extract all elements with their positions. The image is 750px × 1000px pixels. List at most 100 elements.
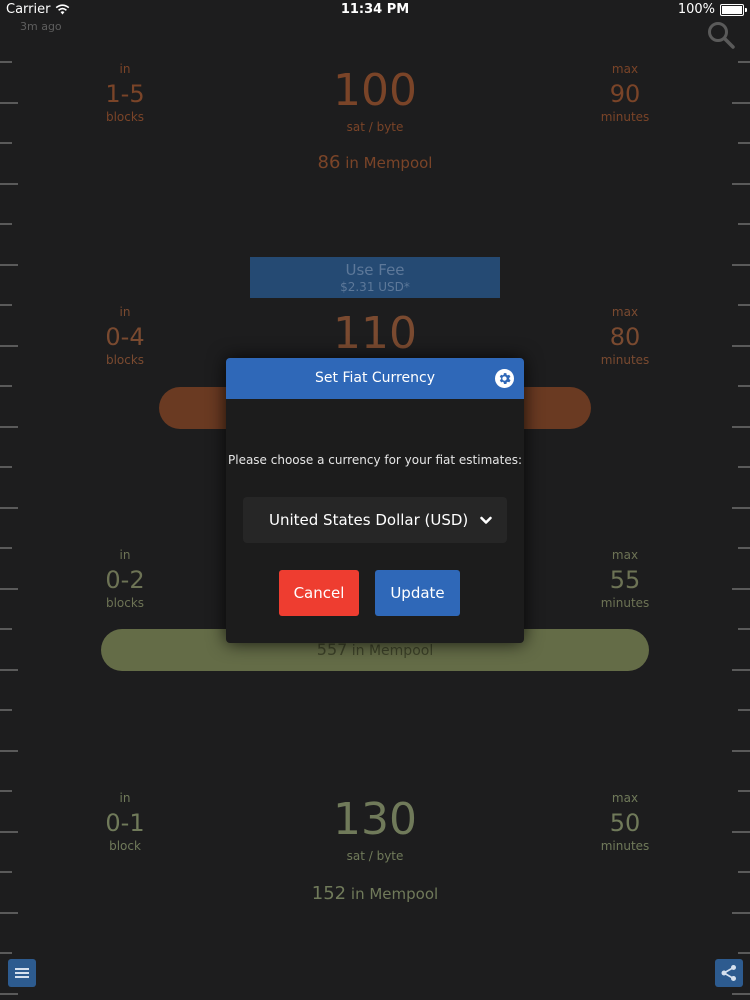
minutes-value: 55 xyxy=(609,566,641,594)
ruler-tick xyxy=(738,385,750,387)
status-bar: Carrier 11:34 PM 100% xyxy=(0,0,750,20)
in-label: in xyxy=(119,548,131,562)
ruler-tick xyxy=(732,182,750,185)
chevron-down-icon xyxy=(477,511,495,529)
ruler-tick xyxy=(0,385,12,387)
ruler-tick xyxy=(732,101,750,104)
ruler-tick xyxy=(738,61,750,63)
ruler-tick xyxy=(0,344,18,347)
ruler-tick xyxy=(738,547,750,549)
currency-selected-value: United States Dollar (USD) xyxy=(269,511,469,529)
tier-2-fee: 110 xyxy=(275,311,475,357)
dialog-title: Set Fiat Currency xyxy=(315,370,435,386)
minutes-unit: minutes xyxy=(600,839,650,853)
ruler-tick xyxy=(732,344,750,347)
tier-1-mempool: 86 in Mempool xyxy=(275,152,475,173)
tier-1-minutes: max 90 minutes xyxy=(590,62,660,124)
ruler-tick xyxy=(738,223,750,225)
in-label: in xyxy=(119,305,131,319)
blocks-value: 0-1 xyxy=(105,809,145,837)
share-button[interactable] xyxy=(715,959,743,987)
tier-2-blocks: in 0-4 blocks xyxy=(95,305,155,367)
use-fee-label: Use Fee xyxy=(345,261,405,279)
settings-button[interactable] xyxy=(495,369,514,388)
search-icon[interactable] xyxy=(706,20,736,50)
cancel-button[interactable]: Cancel xyxy=(279,570,359,616)
ruler-tick xyxy=(738,142,750,144)
ruler-tick xyxy=(738,466,750,468)
ruler-tick xyxy=(732,506,750,509)
ruler-tick xyxy=(0,182,18,185)
ruler-tick xyxy=(0,304,12,306)
ruler-tick xyxy=(0,466,12,468)
blocks-unit: blocks xyxy=(105,596,145,610)
blocks-value: 0-2 xyxy=(105,566,145,594)
use-fee-price: $2.31 USD* xyxy=(340,280,410,294)
ruler-tick xyxy=(738,304,750,306)
mempool-text: in Mempool xyxy=(345,154,433,172)
tier-4-minutes: max 50 minutes xyxy=(590,791,660,853)
ruler-tick xyxy=(0,425,18,428)
mempool-text: in Mempool xyxy=(350,885,439,903)
ruler-tick xyxy=(0,263,18,266)
blocks-unit: block xyxy=(109,839,141,853)
ruler-tick xyxy=(0,506,18,509)
tier-4-mempool: 152 in Mempool xyxy=(275,883,475,904)
share-icon xyxy=(721,965,736,981)
clock: 11:34 PM xyxy=(340,2,410,17)
ruler-tick xyxy=(0,547,12,549)
ruler-tick xyxy=(732,992,750,995)
fee-unit: sat / byte xyxy=(346,120,404,134)
ruler-tick xyxy=(0,992,18,995)
tier-4-fee: 130 sat / byte xyxy=(275,794,475,864)
tier-2-minutes: max 80 minutes xyxy=(590,305,660,367)
fee-value: 110 xyxy=(333,308,417,359)
minutes-unit: minutes xyxy=(600,110,650,124)
battery-icon xyxy=(720,3,747,16)
ruler-tick xyxy=(0,628,12,630)
fee-unit: sat / byte xyxy=(346,849,404,863)
ruler-tick xyxy=(0,871,12,873)
ruler-tick xyxy=(732,425,750,428)
currency-select[interactable]: United States Dollar (USD) xyxy=(243,497,507,543)
ruler-tick xyxy=(0,223,12,225)
ruler-tick xyxy=(738,952,750,954)
battery-group: 100% xyxy=(678,2,747,17)
minutes-unit: minutes xyxy=(600,596,650,610)
ruler-tick xyxy=(738,628,750,630)
ruler-tick xyxy=(0,911,18,914)
tier-3-minutes: max 55 minutes xyxy=(590,548,660,610)
ruler-tick xyxy=(0,952,12,954)
ruler-tick xyxy=(732,263,750,266)
max-label: max xyxy=(611,548,639,562)
mempool-count: 152 xyxy=(311,883,347,904)
ruler-tick xyxy=(0,61,12,63)
use-fee-button[interactable]: Use Fee $2.31 USD* xyxy=(250,257,500,298)
in-label: in xyxy=(119,62,131,76)
fee-value: 100 xyxy=(333,65,417,116)
ruler-tick xyxy=(732,749,750,752)
minutes-value: 80 xyxy=(609,323,641,351)
mempool-count: 86 xyxy=(317,152,341,173)
ruler-tick xyxy=(732,668,750,671)
ruler-tick xyxy=(0,587,18,590)
menu-button[interactable] xyxy=(8,959,36,987)
tier-3-blocks: in 0-2 blocks xyxy=(95,548,155,610)
ruler-tick xyxy=(0,101,18,104)
ruler-tick xyxy=(738,871,750,873)
blocks-unit: blocks xyxy=(105,110,145,124)
ruler-tick xyxy=(0,668,18,671)
minutes-value: 50 xyxy=(609,809,641,837)
minutes-value: 90 xyxy=(609,80,641,108)
ruler-tick xyxy=(0,830,18,833)
fiat-currency-dialog: Set Fiat Currency Please choose a curren… xyxy=(226,358,524,643)
tier-1-blocks: in 1-5 blocks xyxy=(95,62,155,124)
fee-value: 130 xyxy=(333,794,417,845)
ruler-tick xyxy=(738,790,750,792)
ruler-tick xyxy=(0,142,12,144)
ruler-tick xyxy=(0,749,18,752)
update-button[interactable]: Update xyxy=(375,570,460,616)
ruler-tick xyxy=(0,790,12,792)
in-label: in xyxy=(119,791,131,805)
tier-4-blocks: in 0-1 block xyxy=(95,791,155,853)
